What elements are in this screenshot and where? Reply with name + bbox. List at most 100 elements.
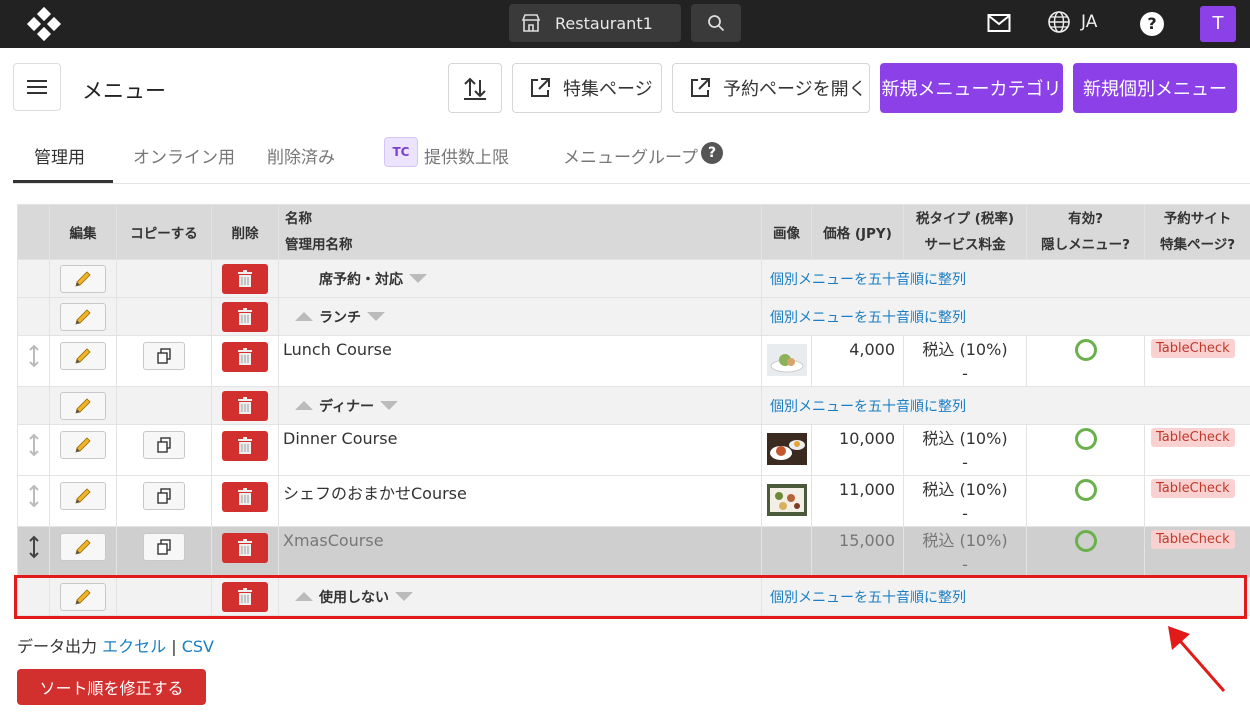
table-row: XmasCourse 15,000 税込 (10%) - TableCheck: [17, 526, 1250, 578]
menu-item-price: 11,000: [839, 480, 895, 499]
service-fee: -: [962, 364, 968, 383]
top-bar: Restaurant1 JA ? T: [0, 0, 1250, 48]
move-down-icon[interactable]: [409, 274, 427, 283]
tab-menu-group[interactable]: メニューグループ: [563, 143, 698, 168]
language-selector[interactable]: JA: [1047, 10, 1097, 34]
move-up-icon[interactable]: [295, 312, 313, 321]
booking-site-badge: TableCheck: [1151, 428, 1235, 447]
store-selector-button[interactable]: Restaurant1: [509, 4, 681, 42]
hamburger-menu-button[interactable]: [13, 63, 61, 111]
header-copy: コピーする: [116, 204, 212, 260]
menu-table: 編集 コピーする 削除 名称 管理用名称 画像 価格 (JPY) 税タイプ (税…: [17, 204, 1250, 616]
copy-icon: [157, 348, 171, 364]
menu-item-name[interactable]: Lunch Course: [279, 336, 761, 359]
search-button[interactable]: [691, 4, 741, 42]
sort-alphabetical-link[interactable]: 個別メニューを五十音順に整列: [762, 310, 966, 326]
delete-button[interactable]: [222, 533, 268, 563]
tab-online[interactable]: オンライン用: [133, 143, 235, 168]
mail-icon[interactable]: [987, 12, 1011, 34]
drag-handle-icon[interactable]: [28, 535, 39, 559]
trash-icon: [238, 437, 252, 454]
user-avatar[interactable]: T: [1200, 6, 1236, 42]
pencil-icon: [75, 539, 91, 555]
category-row: ディナー 個別メニューを五十音順に整列: [17, 386, 1250, 425]
page-title: メニュー: [82, 79, 166, 103]
copy-icon: [157, 539, 171, 555]
table-row: Dinner Course 10,000 税込 (10%) - TableChec…: [17, 424, 1250, 476]
edit-button[interactable]: [60, 431, 106, 459]
menu-item-price: 15,000: [839, 531, 895, 550]
tab-capacity[interactable]: 提供数上限: [424, 143, 509, 168]
edit-button[interactable]: [60, 482, 106, 510]
tax-type: 税込 (10%): [922, 340, 1008, 359]
highlight-box: [14, 575, 1247, 619]
delete-button[interactable]: [222, 431, 268, 461]
delete-button[interactable]: [222, 342, 268, 372]
pencil-icon: [75, 488, 91, 504]
fix-sort-button[interactable]: ソート順を修正する: [17, 669, 206, 705]
copy-button[interactable]: [143, 431, 185, 459]
delete-button[interactable]: [222, 482, 268, 512]
store-name: Restaurant1: [555, 13, 653, 33]
menu-item-name[interactable]: Dinner Course: [279, 425, 761, 448]
tax-type: 税込 (10%): [922, 429, 1008, 448]
header-hidden-label: 隠しメニュー?: [1041, 237, 1130, 253]
menu-thumbnail: [766, 484, 807, 516]
move-down-icon[interactable]: [380, 401, 399, 410]
drag-handle-icon[interactable]: [28, 344, 39, 368]
excel-link[interactable]: エクセル: [102, 637, 166, 656]
active-status-icon: [1074, 479, 1097, 501]
sort-arrows-icon: [464, 77, 486, 100]
drag-handle-icon[interactable]: [28, 433, 39, 457]
sort-alphabetical-link[interactable]: 個別メニューを五十音順に整列: [762, 399, 966, 415]
tab-management[interactable]: 管理用: [34, 143, 85, 168]
help-icon[interactable]: ?: [701, 142, 723, 164]
drag-handle-icon[interactable]: [28, 484, 39, 508]
logo-icon[interactable]: [26, 6, 62, 42]
copy-button[interactable]: [143, 533, 185, 561]
sort-import-button[interactable]: [448, 63, 502, 113]
tax-type: 税込 (10%): [922, 531, 1008, 550]
copy-button[interactable]: [143, 482, 185, 510]
new-category-button[interactable]: 新規メニューカテゴリ: [880, 63, 1063, 113]
tab-deleted[interactable]: 削除済み: [267, 143, 335, 168]
header-delete: 削除: [211, 204, 279, 260]
feature-page-button[interactable]: 特集ページ: [512, 63, 662, 113]
edit-button[interactable]: [60, 302, 106, 331]
edit-button[interactable]: [60, 533, 106, 561]
move-up-icon[interactable]: [295, 401, 313, 410]
open-reservation-button[interactable]: 予約ページを開く: [672, 63, 870, 113]
category-name: ディナー: [319, 398, 375, 415]
header-name: 名称 管理用名称: [278, 204, 762, 260]
delete-button[interactable]: [222, 263, 268, 294]
header-feature-label: 特集ページ?: [1159, 237, 1236, 253]
category-name: ランチ: [319, 309, 361, 326]
help-icon[interactable]: ?: [1140, 12, 1164, 36]
annotation-arrow-icon: [1168, 626, 1226, 692]
menu-thumbnail: [766, 433, 807, 465]
trash-icon: [238, 488, 252, 505]
edit-button[interactable]: [60, 342, 106, 370]
external-link-icon: [531, 78, 550, 97]
active-status-icon: [1074, 428, 1097, 450]
hamburger-icon: [27, 80, 47, 94]
delete-button[interactable]: [222, 390, 268, 421]
move-down-icon[interactable]: [367, 312, 385, 321]
menu-item-name[interactable]: シェフのおまかせCourse: [279, 476, 761, 504]
menu-item-price: 4,000: [849, 340, 895, 359]
csv-link[interactable]: CSV: [182, 637, 214, 656]
edit-button[interactable]: [60, 264, 106, 293]
header-admin-name-label: 管理用名称: [285, 237, 353, 253]
sort-alphabetical-link[interactable]: 個別メニューを五十音順に整列: [762, 272, 966, 288]
delete-button[interactable]: [222, 301, 268, 332]
header-price: 価格 (JPY): [811, 204, 904, 260]
new-item-button[interactable]: 新規個別メニュー: [1073, 63, 1237, 113]
edit-button[interactable]: [60, 391, 106, 420]
copy-button[interactable]: [143, 342, 185, 370]
active-status-icon: [1074, 530, 1097, 552]
menu-item-name[interactable]: XmasCourse: [279, 527, 761, 550]
search-icon: [708, 15, 725, 32]
pencil-icon: [75, 437, 91, 453]
tab-bar: 管理用 オンライン用 削除済み TC 提供数上限 メニューグループ ?: [13, 135, 1250, 184]
table-header-row: 編集 コピーする 削除 名称 管理用名称 画像 価格 (JPY) 税タイプ (税…: [17, 204, 1250, 260]
